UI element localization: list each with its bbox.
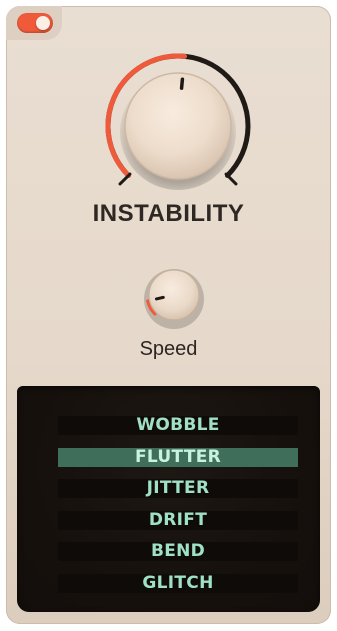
mode-selector-panel: WOBBLE FLUTTER JITTER DRIFT BEND GLITCH — [17, 386, 320, 612]
instability-knob-max-tick — [224, 172, 238, 186]
mode-list: WOBBLE FLUTTER JITTER DRIFT BEND GLITCH — [58, 416, 298, 605]
instability-plugin-panel: INSTABILITY Speed WOBBLE FLUTTER JITTER … — [6, 6, 331, 624]
speed-knob-graphic — [144, 269, 204, 329]
mode-item-glitch[interactable]: GLITCH — [58, 573, 298, 593]
instability-label: INSTABILITY — [92, 200, 245, 227]
speed-knob[interactable] — [134, 257, 214, 337]
mode-item-flutter[interactable]: FLUTTER — [58, 447, 298, 467]
mode-item-bend[interactable]: BEND — [58, 542, 298, 561]
power-toggle[interactable] — [17, 13, 53, 33]
power-toggle-thumb — [36, 16, 50, 30]
instability-knob-pointer — [179, 77, 185, 90]
mode-item-wobble[interactable]: WOBBLE — [58, 416, 298, 435]
instability-knob-min-tick — [118, 172, 132, 186]
speed-label: Speed — [139, 338, 198, 360]
power-corner — [6, 6, 62, 40]
speed-knob-pointer — [154, 295, 165, 301]
speed-knob-cap — [148, 269, 200, 321]
mode-item-drift[interactable]: DRIFT — [58, 510, 298, 530]
instability-knob-cap — [124, 72, 232, 180]
instability-knob-graphic — [105, 53, 251, 190]
mode-item-jitter[interactable]: JITTER — [58, 479, 298, 498]
instability-knob[interactable] — [96, 46, 260, 210]
